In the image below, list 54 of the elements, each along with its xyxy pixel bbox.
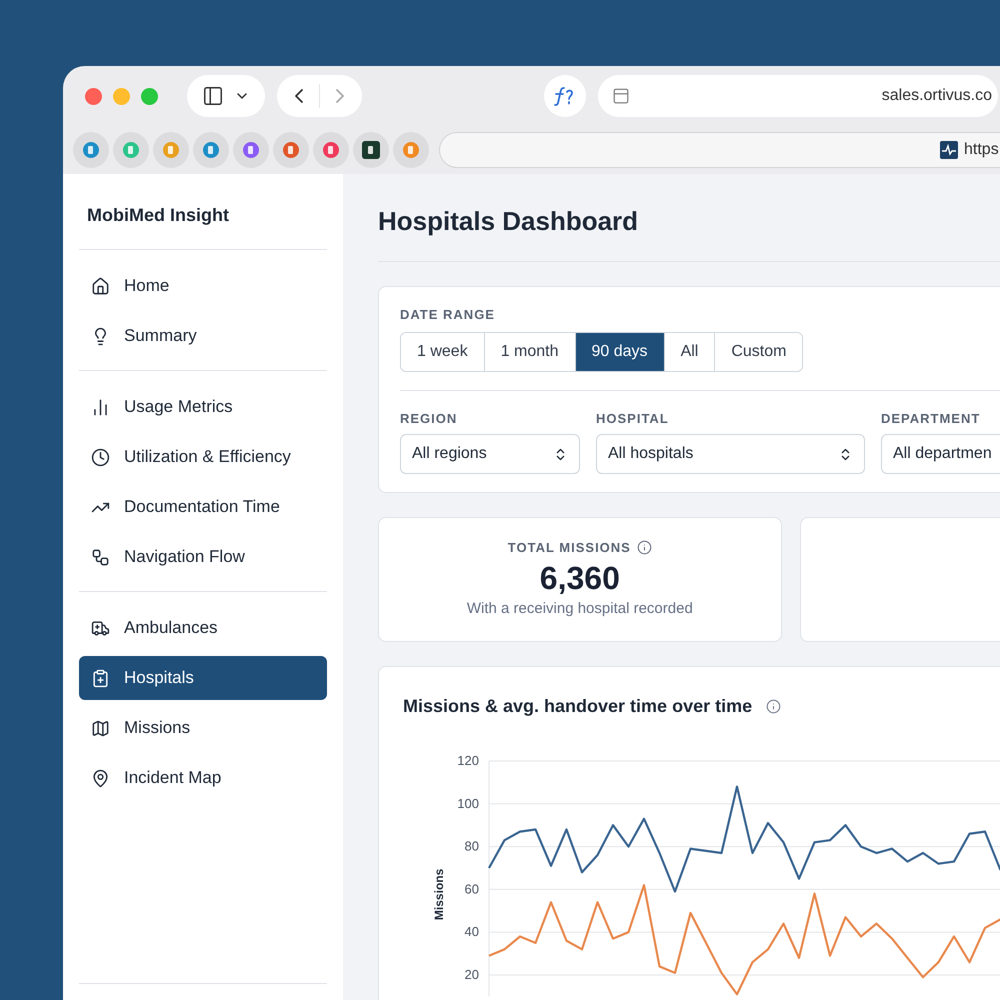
y-tick-label: 40: [464, 924, 479, 940]
nav-item[interactable]: Utilization & Efficiency: [79, 435, 327, 479]
address-bar[interactable]: sales.ortivus.co: [598, 75, 998, 117]
maximize-window-button[interactable]: [141, 88, 158, 104]
bookmark-icon[interactable]: [353, 132, 389, 168]
date-range-tab[interactable]: 90 days: [574, 332, 664, 370]
chart-title: Missions & avg. handover time over time: [403, 695, 752, 718]
y-tick-label: 120: [457, 753, 479, 768]
nav-item[interactable]: Navigation Flow: [79, 535, 327, 579]
y-tick-label: 100: [457, 796, 479, 811]
kpi-label: TOTAL MISSIONS: [508, 539, 631, 557]
nav-item[interactable]: Ambulances: [79, 606, 327, 650]
nav-item[interactable]: Incident Map: [79, 756, 327, 800]
filter-label: DATE RANGE: [400, 306, 496, 324]
y-tick-label: 80: [464, 838, 479, 854]
y-tick-label: 60: [464, 881, 479, 896]
search-bar-text: https: [964, 140, 999, 160]
info-icon[interactable]: [636, 540, 652, 556]
nav-item[interactable]: Documentation Time: [79, 485, 327, 529]
ambulance-icon: [91, 618, 110, 638]
address-text: sales.ortivus.co: [882, 86, 992, 106]
filter-label: DEPARTMENT: [881, 410, 982, 428]
kpi-caption: With a receiving hospital recorded: [466, 598, 693, 618]
nav-item[interactable]: Usage Metrics: [79, 385, 327, 429]
search-bar[interactable]: https: [439, 132, 1000, 168]
page-title: Hospitals Dashboard: [378, 205, 640, 238]
date-range-tab[interactable]: Custom: [714, 332, 802, 370]
close-window-button[interactable]: [85, 88, 102, 104]
formula-extension-button[interactable]: [544, 75, 586, 117]
y-axis-label: Missions: [432, 868, 446, 920]
page-icon: [612, 87, 630, 105]
app-title: MobiMed Insight: [86, 204, 230, 227]
map-pin-icon: [91, 768, 110, 788]
nav-item[interactable]: Missions: [79, 706, 327, 750]
select-field[interactable]: All departmen: [881, 434, 1000, 474]
select-field[interactable]: All regions: [400, 434, 580, 474]
nav-item[interactable]: Summary: [79, 314, 327, 358]
nav-item[interactable]: Home: [79, 264, 327, 308]
map-icon: [91, 718, 110, 738]
filter-label: HOSPITAL: [596, 410, 670, 428]
sidebar-toggle-button[interactable]: [187, 75, 265, 117]
clipboard-plus-icon: [91, 668, 110, 688]
pulse-icon: [940, 141, 958, 159]
home-icon: [91, 276, 110, 296]
clock-icon: [91, 448, 110, 466]
select-field[interactable]: All hospitals: [596, 434, 865, 474]
info-icon[interactable]: [766, 699, 782, 714]
flow-chart-icon: [91, 548, 110, 566]
bar-chart-icon: [91, 398, 110, 416]
filter-label: REGION: [400, 410, 458, 428]
kpi-value: 6,360: [540, 558, 620, 598]
nav-item[interactable]: Hospitals: [79, 656, 327, 700]
sidebar-icon: [202, 85, 224, 107]
y-tick-label: 20: [464, 967, 479, 982]
